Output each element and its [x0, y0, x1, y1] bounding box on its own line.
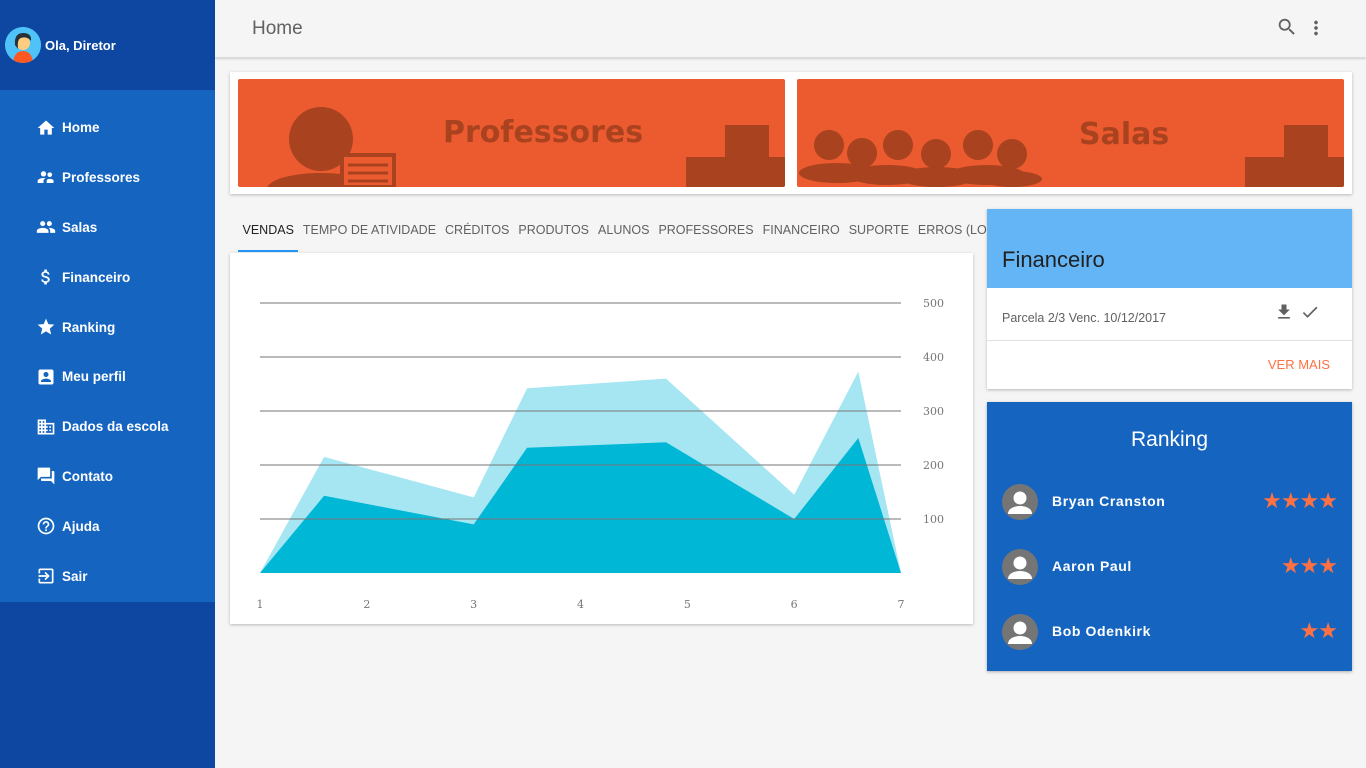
- ranking-stars: ★★★: [1280, 553, 1338, 578]
- tab-bar: VENDAS TEMPO DE ATIVIDADE CRÉDITOS PRODU…: [238, 218, 1013, 252]
- sidebar-item-meu-perfil[interactable]: Meu perfil: [0, 352, 215, 402]
- sales-chart-card: 100 200 300 400 500 1 2 3 4 5 6 7: [230, 253, 973, 624]
- ranking-name: Bob Odenkirk: [1052, 623, 1151, 639]
- financeiro-card-title: Financeiro: [1002, 247, 1105, 272]
- financeiro-card: Financeiro Parcela 2/3 Venc. 10/12/2017 …: [987, 209, 1352, 389]
- sidebar-item-label: Ajuda: [62, 518, 100, 534]
- ranking-card: Ranking Bryan Cranston ★★★★ Aaron Paul ★…: [987, 402, 1352, 671]
- sidebar-item-contato[interactable]: Contato: [0, 452, 215, 502]
- x-tick-label: 2: [363, 598, 370, 611]
- account-box-icon: [38, 369, 54, 385]
- help-icon: [37, 517, 55, 535]
- check-icon[interactable]: [1299, 302, 1321, 322]
- ranking-card-title: Ranking: [1130, 428, 1209, 451]
- professores-banner[interactable]: Professores: [238, 79, 785, 187]
- sidebar-item-label: Sair: [62, 568, 88, 584]
- tab-creditos[interactable]: CRÉDITOS: [441, 218, 514, 252]
- x-tick-label: 3: [470, 598, 477, 611]
- y-tick-label: 400: [923, 351, 944, 364]
- tab-professores[interactable]: PROFESSORES: [654, 218, 758, 252]
- ranking-item[interactable]: Aaron Paul ★★★: [1002, 547, 1338, 587]
- ver-mais-button[interactable]: VER MAIS: [1268, 357, 1330, 372]
- x-tick-label: 1: [257, 598, 264, 611]
- x-tick-label: 5: [684, 598, 691, 611]
- tab-suporte[interactable]: SUPORTE: [844, 218, 913, 252]
- sidebar-item-home[interactable]: Home: [0, 103, 215, 153]
- user-greeting: Ola, Diretor: [45, 37, 116, 53]
- sidebar-item-label: Financeiro: [62, 269, 131, 285]
- sidebar-item-salas[interactable]: Salas: [0, 203, 215, 253]
- financeiro-card-header: Financeiro: [987, 209, 1352, 288]
- ranking-item[interactable]: Bryan Cranston ★★★★: [1002, 482, 1338, 522]
- classroom-illustration-icon: [799, 125, 1344, 187]
- page-title: Home: [252, 18, 303, 39]
- sidebar-item-financeiro[interactable]: Financeiro: [0, 252, 215, 302]
- forum-icon: [37, 468, 55, 485]
- financeiro-row: Parcela 2/3 Venc. 10/12/2017: [987, 288, 1352, 341]
- sidebar-item-professores[interactable]: Professores: [0, 153, 215, 203]
- sidebar-item-label: Salas: [62, 219, 98, 235]
- x-tick-label: 7: [898, 598, 905, 611]
- tab-tempo-de-atividade[interactable]: TEMPO DE ATIVIDADE: [298, 218, 440, 252]
- ranking-name: Bryan Cranston: [1052, 493, 1166, 509]
- tab-produtos[interactable]: PRODUTOS: [514, 218, 594, 252]
- tab-vendas[interactable]: VENDAS: [238, 218, 299, 252]
- home-icon: [37, 120, 55, 135]
- salas-banner[interactable]: Salas: [797, 79, 1344, 187]
- ranking-stars: ★★★★: [1262, 488, 1338, 513]
- sidebar-item-label: Home: [62, 120, 100, 136]
- avatar[interactable]: [5, 27, 41, 63]
- salas-banner-label: Salas: [1079, 117, 1170, 152]
- search-icon[interactable]: [1276, 16, 1298, 38]
- y-tick-label: 200: [923, 459, 944, 472]
- sidebar-item-sair[interactable]: Sair: [0, 551, 215, 601]
- ranking-stars: ★★: [1299, 618, 1338, 643]
- sidebar-header: Ola, Diretor: [0, 0, 215, 90]
- sidebar-item-label: Professores: [62, 170, 141, 186]
- professores-banner-label: Professores: [443, 115, 644, 150]
- y-tick-label: 500: [923, 297, 944, 310]
- business-icon: [37, 419, 55, 435]
- tab-financeiro[interactable]: FINANCEIRO: [758, 218, 844, 252]
- banner-row: Professores Salas: [230, 72, 1352, 194]
- sidebar-item-dados-da-escola[interactable]: Dados da escola: [0, 402, 215, 452]
- tab-alunos[interactable]: ALUNOS: [594, 218, 654, 252]
- top-app-bar: Home: [215, 0, 1366, 58]
- person-icon: [1002, 549, 1038, 585]
- sidebar-item-label: Dados da escola: [62, 419, 169, 435]
- star-icon: [37, 318, 55, 335]
- sidebar-item-ajuda[interactable]: Ajuda: [0, 501, 215, 551]
- group-icon: [36, 221, 56, 234]
- exit-icon: [38, 568, 54, 584]
- sidebar-item-label: Ranking: [62, 319, 116, 335]
- sidebar-item-ranking[interactable]: Ranking: [0, 302, 215, 352]
- ranking-name: Aaron Paul: [1052, 558, 1132, 574]
- y-tick-label: 100: [923, 513, 944, 526]
- ranking-item[interactable]: Bob Odenkirk ★★: [1002, 612, 1338, 652]
- x-tick-label: 6: [791, 598, 798, 611]
- download-icon[interactable]: [1274, 302, 1294, 322]
- supervisor-account-icon: [37, 170, 54, 183]
- person-icon: [1002, 614, 1038, 650]
- dollar-icon: [41, 269, 50, 285]
- sidebar-item-label: Contato: [62, 468, 113, 484]
- person-icon: [1002, 484, 1038, 520]
- sidebar: Ola, Diretor Home Professores Salas Fina…: [0, 0, 215, 768]
- installment-text: Parcela 2/3 Venc. 10/12/2017: [1002, 311, 1167, 325]
- x-tick-label: 4: [577, 598, 584, 611]
- sales-area-chart: 100 200 300 400 500 1 2 3 4 5 6 7: [257, 297, 945, 611]
- sidebar-item-label: Meu perfil: [62, 369, 126, 385]
- y-tick-label: 300: [923, 405, 944, 418]
- sidebar-nav: Home Professores Salas Financeiro Rankin…: [0, 90, 215, 602]
- more-vert-icon[interactable]: [1305, 16, 1327, 40]
